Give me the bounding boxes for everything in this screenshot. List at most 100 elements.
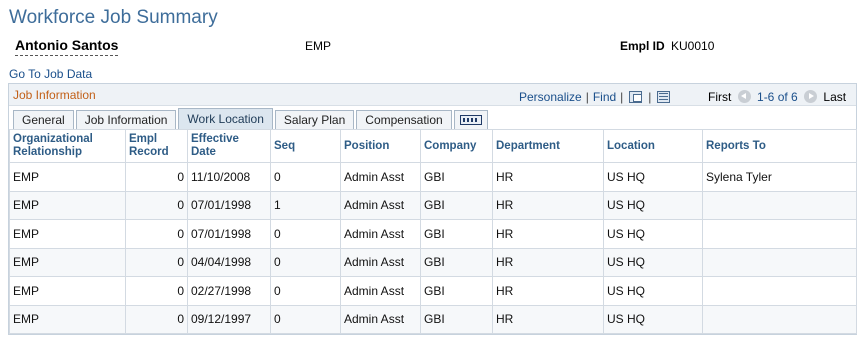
grid-toolbar: Personalize | Find | |: [519, 90, 672, 104]
cell-effective-date: 04/04/1998: [187, 247, 271, 277]
employee-name: Antonio Santos: [15, 37, 119, 56]
cell-company: GBI: [420, 219, 493, 249]
cell-seq: 0: [270, 304, 341, 334]
cell-seq: 0: [270, 162, 341, 192]
cell-effective-date: 09/12/1997: [187, 304, 271, 334]
cell-company: GBI: [420, 304, 493, 334]
cell-empl-record: 0: [125, 219, 188, 249]
grid-title: Job Information: [13, 88, 96, 102]
cell-position: Admin Asst: [340, 276, 421, 306]
cell-empl-record: 0: [125, 304, 188, 334]
column-header: Reports To: [702, 129, 857, 163]
cell-company: GBI: [420, 190, 493, 220]
column-header: Organizational Relationship: [9, 129, 126, 163]
org-relationship-value: EMP: [305, 39, 332, 53]
cell-empl-record: 0: [125, 190, 188, 220]
cell-department: HR: [492, 247, 604, 277]
cell-position: Admin Asst: [340, 190, 421, 220]
cell-reports-to: Sylena Tyler: [702, 162, 857, 192]
grid-tabs: General Job Information Work Location Salar…: [13, 108, 490, 130]
pager-range: 1-6 of 6: [757, 90, 798, 104]
table-row: EMP 0 02/27/1998 0 Admin Asst GBI HR US …: [9, 276, 857, 306]
cell-position: Admin Asst: [340, 304, 421, 334]
cell-reports-to: [702, 276, 857, 306]
pager-first-label: First: [708, 90, 732, 104]
tab-work-location[interactable]: Work Location: [178, 108, 273, 130]
column-header: Seq: [270, 129, 341, 163]
table-row: EMP 0 07/01/1998 0 Admin Asst GBI HR US …: [9, 219, 857, 249]
cell-reports-to: [702, 219, 857, 249]
job-information-grid: Job Information Personalize | Find | | First…: [8, 83, 857, 335]
tab-job-information[interactable]: Job Information: [75, 110, 177, 130]
cell-position: Admin Asst: [340, 247, 421, 277]
tab-show-all-columns[interactable]: [453, 110, 488, 130]
cell-org-relationship: EMP: [9, 190, 126, 220]
cell-company: GBI: [420, 247, 493, 277]
column-header: Department: [492, 129, 604, 163]
cell-org-relationship: EMP: [9, 162, 126, 192]
pager: First 1-6 of 6 Last: [708, 90, 846, 104]
show-all-columns-icon: [459, 115, 482, 125]
column-header: Location: [603, 129, 703, 163]
cell-empl-record: 0: [125, 276, 188, 306]
cell-department: HR: [492, 162, 604, 192]
cell-org-relationship: EMP: [9, 304, 126, 334]
cell-location: US HQ: [603, 190, 703, 220]
column-header: Position: [340, 129, 421, 163]
job-data-table: Organizational Relationship Empl Record …: [9, 129, 857, 334]
toolbar-separator: |: [585, 90, 589, 104]
cell-location: US HQ: [603, 162, 703, 192]
cell-location: US HQ: [603, 247, 703, 277]
column-header: Company: [420, 129, 493, 163]
table-row: EMP 0 11/10/2008 0 Admin Asst GBI HR US …: [9, 162, 857, 192]
cell-department: HR: [492, 276, 604, 306]
table-header-row: Organizational Relationship Empl Record …: [9, 129, 857, 163]
cell-org-relationship: EMP: [9, 247, 126, 277]
tab-salary-plan[interactable]: Salary Plan: [274, 110, 355, 130]
go-to-job-data-link[interactable]: Go To Job Data: [9, 67, 92, 81]
cell-department: HR: [492, 304, 604, 334]
cell-location: US HQ: [603, 304, 703, 334]
cell-company: GBI: [420, 162, 493, 192]
cell-department: HR: [492, 219, 604, 249]
cell-reports-to: [702, 304, 857, 334]
cell-seq: 0: [270, 219, 341, 249]
cell-org-relationship: EMP: [9, 276, 126, 306]
emplid-value: KU0010: [671, 39, 715, 53]
download-grid-icon[interactable]: [657, 91, 671, 103]
cell-position: Admin Asst: [340, 162, 421, 192]
pager-last-label: Last: [823, 90, 847, 104]
cell-effective-date: 11/10/2008: [187, 162, 271, 192]
cell-empl-record: 0: [125, 247, 188, 277]
cell-org-relationship: EMP: [9, 219, 126, 249]
cell-position: Admin Asst: [340, 219, 421, 249]
cell-empl-record: 0: [125, 162, 188, 192]
personalize-link[interactable]: Personalize: [519, 90, 582, 104]
emplid-label: Empl ID: [620, 39, 665, 53]
toolbar-separator: |: [648, 90, 652, 104]
view-all-icon[interactable]: [629, 91, 643, 103]
page-title: Workforce Job Summary: [9, 7, 218, 28]
tab-general[interactable]: General: [13, 110, 74, 130]
cell-reports-to: [702, 190, 857, 220]
grid-header: Job Information Personalize | Find | | First…: [9, 84, 856, 106]
cell-effective-date: 02/27/1998: [187, 276, 271, 306]
cell-effective-date: 07/01/1998: [187, 190, 271, 220]
table-row: EMP 0 04/04/1998 0 Admin Asst GBI HR US …: [9, 247, 857, 277]
cell-seq: 0: [270, 276, 341, 306]
cell-location: US HQ: [603, 276, 703, 306]
previous-page-icon[interactable]: [737, 90, 751, 103]
cell-seq: 1: [270, 190, 341, 220]
column-header: Effective Date: [187, 129, 271, 163]
next-page-icon[interactable]: [804, 90, 818, 103]
find-link[interactable]: Find: [593, 90, 616, 104]
table-row: EMP 0 09/12/1997 0 Admin Asst GBI HR US …: [9, 304, 857, 334]
cell-seq: 0: [270, 247, 341, 277]
tab-compensation[interactable]: Compensation: [356, 110, 452, 130]
cell-reports-to: [702, 247, 857, 277]
cell-effective-date: 07/01/1998: [187, 219, 271, 249]
column-header: Empl Record: [125, 129, 188, 163]
cell-company: GBI: [420, 276, 493, 306]
toolbar-separator: |: [620, 90, 624, 104]
cell-location: US HQ: [603, 219, 703, 249]
